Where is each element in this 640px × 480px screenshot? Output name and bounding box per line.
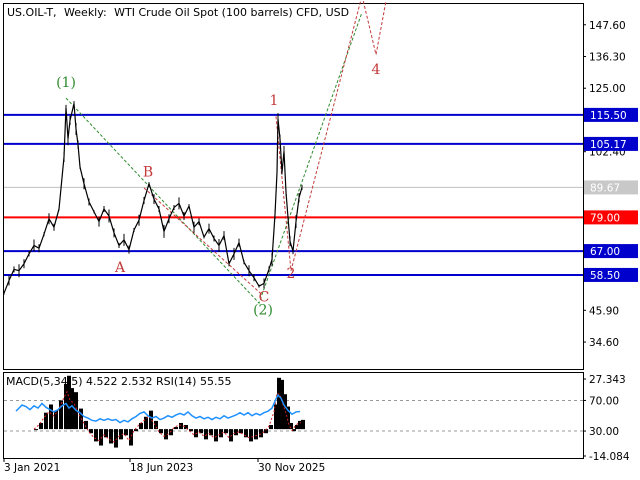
macd-bar-1 <box>39 422 43 430</box>
indicator-tick-label-0: 27.343 <box>589 374 626 386</box>
macd-bar-15 <box>104 429 108 438</box>
level-label-1: 105.17 <box>590 139 627 151</box>
macd-bar-23 <box>144 416 148 430</box>
macd-bar-17 <box>114 429 118 448</box>
indicator-tick-label-3: -14.084 <box>589 451 630 463</box>
macd-bar-19 <box>124 429 128 436</box>
macd-bar-22 <box>139 422 143 430</box>
time-tick-label-1: 18 Jun 2023 <box>130 462 193 474</box>
wave-label-4: C <box>259 290 270 306</box>
price-tick-label-1: 136.30 <box>589 52 626 64</box>
indicator-axis: 27.343 70.00 30.00 -14.084 <box>583 374 630 463</box>
chart-symbol: US.OIL-T, <box>7 6 57 19</box>
level-label-0: 115.50 <box>590 110 627 122</box>
macd-bar-58 <box>301 419 305 430</box>
macd-bar-54 <box>289 422 293 430</box>
macd-bar-37 <box>214 429 218 442</box>
price-tick-label-2: 125.00 <box>589 83 626 95</box>
price-tick-label-6: 34.60 <box>589 337 619 349</box>
price-tick-label-5: 45.90 <box>589 305 619 317</box>
indicator-tick-label-1: 70.00 <box>589 395 619 407</box>
wave-line-0 <box>65 12 363 304</box>
indicator-tick-label-2: 30.00 <box>589 426 619 438</box>
macd-bar-46 <box>259 429 263 438</box>
level-label-4: 58.50 <box>590 270 620 282</box>
price-series <box>3 101 303 295</box>
level-label-3: 67.00 <box>590 246 620 258</box>
wave-lines <box>65 0 387 304</box>
macd-bar-8 <box>70 388 74 430</box>
rsi-line <box>15 393 301 424</box>
macd-bar-21 <box>134 429 138 432</box>
macd-bar-28 <box>169 429 173 436</box>
wave-label-7: 4 <box>372 62 381 78</box>
wave-line-2 <box>275 0 387 271</box>
indicator-title: MACD(5,34,5) 4.522 2.532 RSI(14) 55.55 <box>6 375 231 388</box>
time-axis: 3 Jan 2021 18 Jun 2023 30 Nov 2025 <box>3 458 325 474</box>
macd-bar-42 <box>239 429 243 434</box>
macd-bar-35 <box>204 429 208 440</box>
level-badges: 115.50 105.17 79.00 67.00 58.50 89.67 <box>584 107 638 282</box>
macd-bar-24 <box>149 410 153 430</box>
wave-label-3: B <box>143 165 153 181</box>
wave-labels: (1)(2)ABC124 <box>56 62 380 318</box>
macd-bar-30 <box>179 422 183 430</box>
macd-bar-39 <box>224 429 228 434</box>
chart-timeframe: Weekly: <box>64 6 107 19</box>
chart-description: WTI Crude Oil Spot (100 barrels) CFD, US… <box>114 6 349 19</box>
current-price-label: 89.67 <box>590 182 620 194</box>
macd-bar-44 <box>249 429 253 442</box>
wave-label-2: A <box>114 260 126 276</box>
macd-bar-3 <box>49 404 53 430</box>
chart-title: US.OIL-T, Weekly: WTI Crude Oil Spot (10… <box>7 6 349 19</box>
macd-bar-16 <box>109 429 113 444</box>
price-tick-label-0: 147.60 <box>589 20 626 32</box>
macd-bar-2 <box>44 412 48 430</box>
macd-bar-11 <box>84 420 88 430</box>
macd-bar-26 <box>159 429 163 434</box>
macd-bar-45 <box>254 429 258 440</box>
time-tick-label-0: 3 Jan 2021 <box>4 462 60 474</box>
price-line <box>3 103 303 294</box>
macd-bar-5 <box>59 400 63 430</box>
chart-canvas[interactable]: US.OIL-T, Weekly: WTI Crude Oil Spot (10… <box>0 0 640 480</box>
main-plot-frame <box>3 3 584 370</box>
macd-bar-43 <box>244 429 248 438</box>
macd-bar-29 <box>174 427 178 430</box>
wave-label-6: 2 <box>287 266 296 282</box>
level-label-2: 79.00 <box>590 212 620 224</box>
wave-label-0: (1) <box>56 75 76 91</box>
macd-bar-20 <box>129 429 133 446</box>
wave-line-1 <box>143 187 263 295</box>
macd-bar-48 <box>269 424 273 430</box>
macd-bar-13 <box>94 429 98 442</box>
wave-label-5: 1 <box>270 93 279 109</box>
macd-bar-0 <box>34 429 38 431</box>
macd-bar-40 <box>229 429 233 442</box>
time-tick-label-2: 30 Nov 2025 <box>258 462 325 474</box>
